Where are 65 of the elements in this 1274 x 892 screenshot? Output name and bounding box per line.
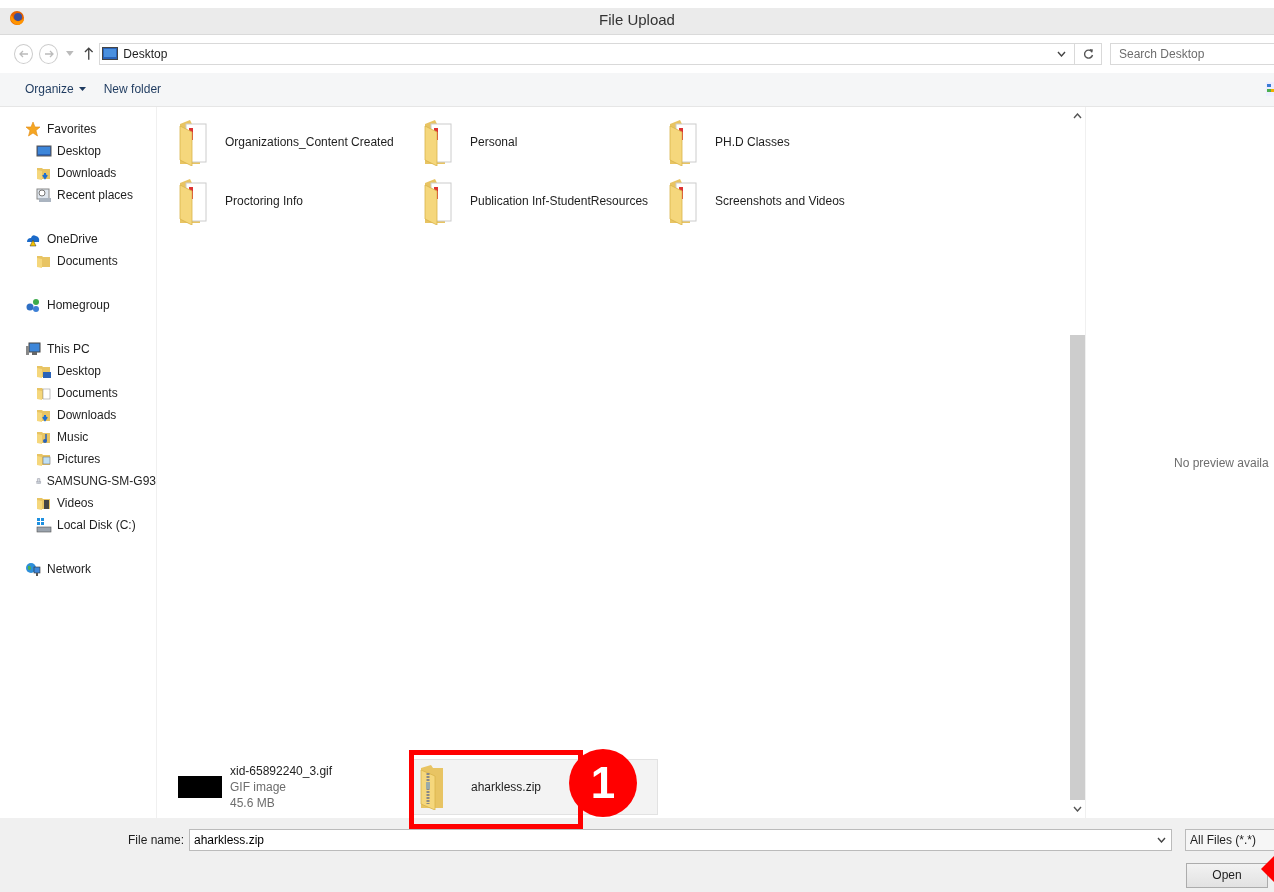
file-name: PH.D Classes xyxy=(715,135,790,150)
preview-message: No preview availa xyxy=(1174,455,1270,470)
sidebar-item[interactable]: Recent places xyxy=(0,183,156,206)
file-name: Screenshots and Videos xyxy=(715,194,845,209)
open-button[interactable]: Open xyxy=(1186,862,1268,888)
file-name: Organizations_Content Created xyxy=(225,135,394,150)
sidebar-item[interactable]: Desktop xyxy=(0,139,156,162)
file-name: xid-65892240_3.gif xyxy=(230,764,333,779)
scroll-up-icon[interactable] xyxy=(1073,112,1082,119)
homegroup-icon xyxy=(25,296,41,313)
file-type: GIF image xyxy=(230,780,287,795)
scrollbar-thumb[interactable] xyxy=(1070,335,1085,801)
pointer-arrow-overlay xyxy=(1261,856,1274,882)
file-type-dropdown[interactable]: All Files (*.*) xyxy=(1185,829,1274,852)
window-title: File Upload xyxy=(599,11,675,28)
up-arrow-icon[interactable] xyxy=(83,47,94,61)
refresh-icon[interactable] xyxy=(1082,47,1094,60)
sidebar-item[interactable]: Documents xyxy=(0,381,156,404)
view-options-icon[interactable] xyxy=(1266,81,1274,96)
new-folder-button[interactable]: New folder xyxy=(94,78,171,101)
image-thumbnail xyxy=(178,776,222,799)
file-item[interactable]: PH.D Classes xyxy=(665,112,910,172)
sidebar-section[interactable]: Favorites xyxy=(0,117,156,140)
address-text: Desktop xyxy=(123,46,168,61)
sidebar-item[interactable]: Downloads xyxy=(0,161,156,184)
sidebar-item[interactable]: SAMSUNG-SM-G93 xyxy=(0,469,156,492)
back-arrow-icon xyxy=(18,48,29,59)
file-name: Proctoring Info xyxy=(225,194,304,209)
file-item[interactable]: Personal xyxy=(420,112,665,172)
sidebar-item[interactable]: Music xyxy=(0,425,156,448)
file-item[interactable]: Proctoring Info xyxy=(175,171,420,231)
sidebar-item[interactable]: Desktop xyxy=(0,359,156,382)
sidebar-item[interactable]: Videos xyxy=(0,491,156,514)
file-name: Personal xyxy=(470,135,518,150)
file-item[interactable]: Screenshots and Videos xyxy=(665,171,910,231)
sidebar-section[interactable]: This PC xyxy=(0,337,156,360)
drive-icon xyxy=(36,516,52,533)
organize-menu-button[interactable]: Organize xyxy=(16,78,95,101)
computer-icon xyxy=(25,340,41,357)
forward-arrow-icon xyxy=(43,48,54,59)
star-icon xyxy=(25,120,41,137)
dropdown-chevron-icon[interactable] xyxy=(1056,50,1066,57)
address-bar[interactable]: Desktop xyxy=(99,42,1102,65)
network-icon xyxy=(25,560,41,577)
sidebar-item[interactable]: Documents xyxy=(0,249,156,272)
caret-icon xyxy=(78,87,86,92)
scroll-down-icon[interactable] xyxy=(1073,806,1082,813)
monitor-icon xyxy=(36,142,52,159)
sidebar-item[interactable]: Downloads xyxy=(0,403,156,426)
file-name: Publication Inf-StudentResources xyxy=(470,194,649,209)
file-name-label: File name: xyxy=(127,833,185,848)
recent-places-icon xyxy=(36,186,52,203)
file-item[interactable]: Organizations_Content Created xyxy=(175,112,420,172)
sidebar-section[interactable]: Network xyxy=(0,557,156,580)
sidebar-item[interactable]: Pictures xyxy=(0,447,156,470)
file-size: 45.6 MB xyxy=(230,796,276,811)
file-name: aharkless.zip xyxy=(471,780,542,795)
app-icon xyxy=(9,10,25,26)
monitor-icon xyxy=(102,47,119,61)
file-item[interactable]: Publication Inf-StudentResources xyxy=(420,171,665,231)
search-field[interactable]: Search Desktop xyxy=(1110,42,1274,65)
file-item[interactable]: xid-65892240_3.gif GIF image 45.6 MB xyxy=(175,759,411,816)
sidebar-item[interactable]: Local Disk (C:) xyxy=(0,513,156,536)
sidebar-section[interactable]: OneDrive xyxy=(0,227,156,250)
sidebar-section[interactable]: Homegroup xyxy=(0,293,156,316)
